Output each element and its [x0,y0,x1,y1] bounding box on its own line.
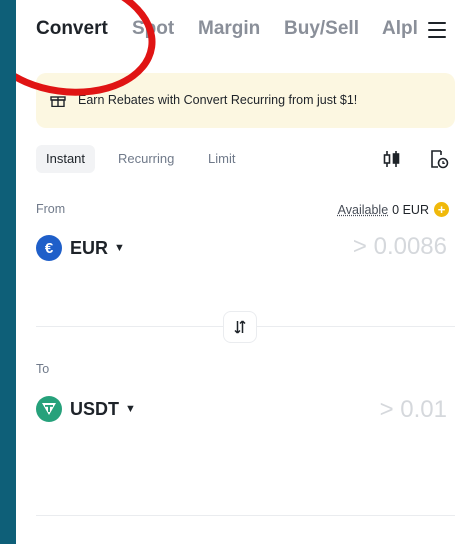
menu-icon[interactable] [426,21,448,39]
tether-coin-icon [36,396,62,422]
to-amount-input[interactable]: > 0.01 [380,396,447,424]
from-coin-selector[interactable]: € EUR ▼ [36,235,125,261]
order-history-icon[interactable] [428,148,450,170]
chevron-down-icon: ▼ [114,242,125,254]
available-balance: Available 0 EUR + [338,202,449,217]
from-amount-input[interactable]: > 0.0086 [353,233,447,261]
from-coin-name: EUR [70,237,109,258]
candlestick-chart-icon[interactable] [382,149,402,169]
available-value: 0 EUR [392,202,429,217]
tab-alpha[interactable]: Alpl [382,18,418,40]
promo-text: Earn Rebates with Convert Recurring from… [78,93,358,107]
add-funds-icon[interactable]: + [434,202,449,217]
to-coin-selector[interactable]: USDT ▼ [36,396,136,422]
tab-spot[interactable]: Spot [132,18,174,40]
top-nav: Convert Spot Margin Buy/Sell Alpl [16,0,469,62]
swap-button[interactable] [223,311,257,343]
available-label[interactable]: Available [338,203,389,217]
to-label: To [36,362,50,376]
divider [36,515,455,516]
tab-recurring[interactable]: Recurring [118,145,174,173]
to-coin-name: USDT [70,398,119,419]
tab-buy-sell[interactable]: Buy/Sell [284,18,359,40]
promo-banner[interactable]: Earn Rebates with Convert Recurring from… [36,73,455,128]
from-label: From [36,202,66,216]
swap-arrows-icon [234,320,246,334]
tab-convert[interactable]: Convert [36,18,108,40]
tether-logo-icon [42,403,56,415]
euro-coin-icon: € [36,235,62,261]
gift-icon [50,96,66,107]
chevron-down-icon: ▼ [125,403,136,415]
convert-screen: Convert Spot Margin Buy/Sell Alpl Earn R… [16,0,469,544]
tab-limit[interactable]: Limit [208,145,235,173]
tab-instant[interactable]: Instant [36,145,96,173]
tab-margin[interactable]: Margin [198,18,260,40]
